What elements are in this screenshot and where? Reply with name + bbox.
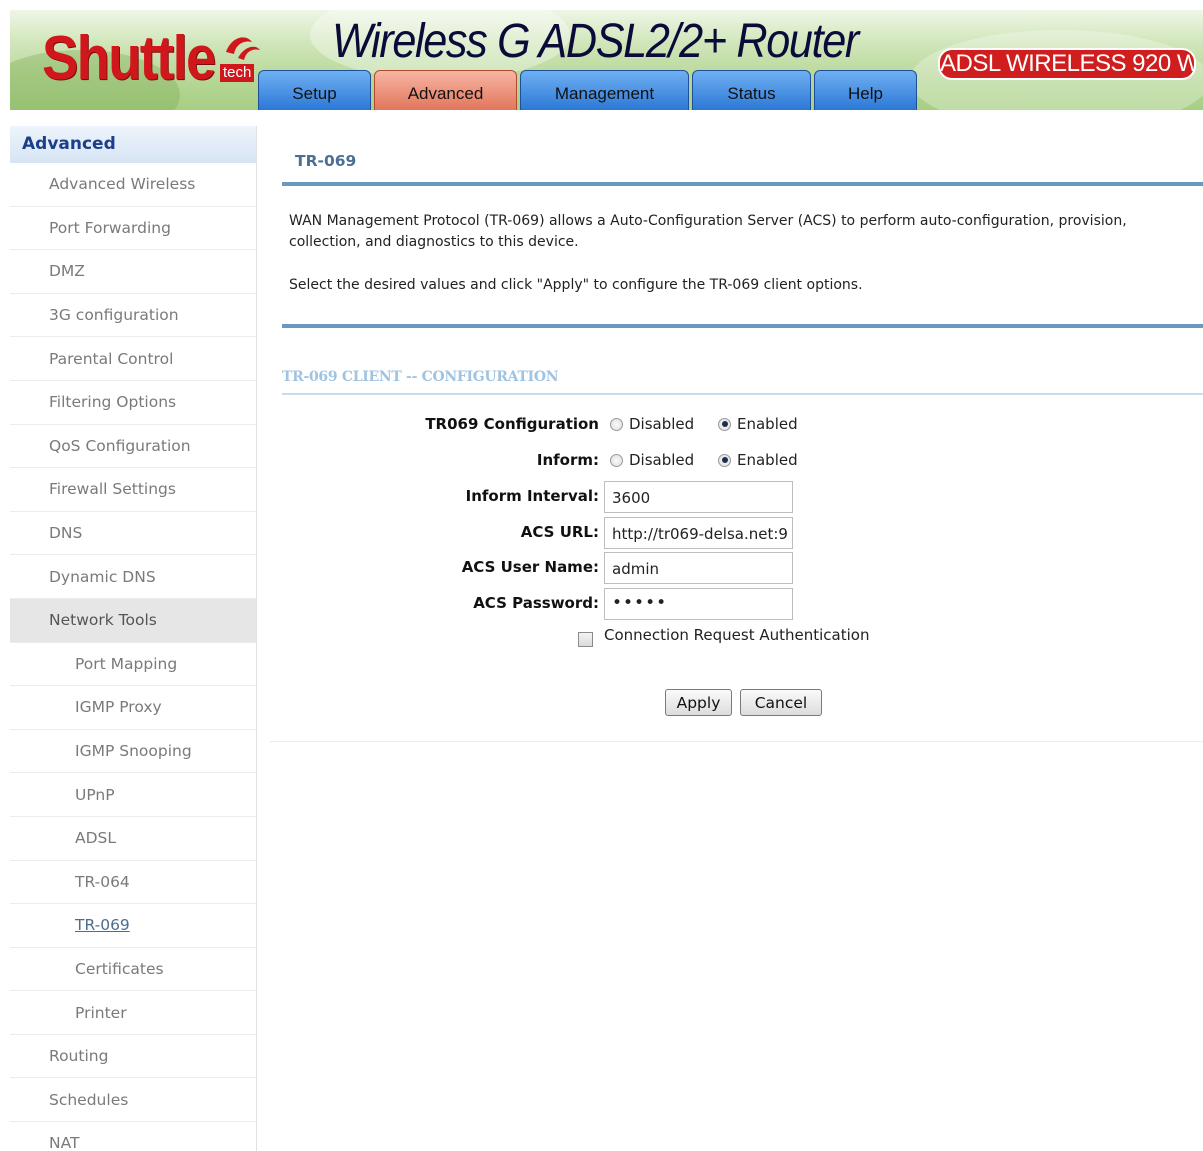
sidebar-item-certificates[interactable]: Certificates <box>10 948 256 992</box>
tr069-config-label: TR069 Configuration <box>425 415 599 433</box>
sidebar-item-adsl[interactable]: ADSL <box>10 817 256 861</box>
sidebar-item-printer[interactable]: Printer <box>10 991 256 1035</box>
inform-enabled-radio[interactable] <box>718 453 731 467</box>
tr069-config-disabled-label: Disabled <box>629 415 695 433</box>
sidebar-item-schedules[interactable]: Schedules <box>10 1078 256 1123</box>
inform-disabled-label: Disabled <box>629 451 695 469</box>
section-title: TR-069 CLIENT -- CONFIGURATION <box>282 369 559 385</box>
acs-url-label: ACS URL: <box>520 523 599 541</box>
cancel-button[interactable]: Cancel <box>740 689 822 716</box>
apply-button[interactable]: Apply <box>665 689 732 716</box>
logo-tech-suffix: tech <box>220 64 255 82</box>
main-content: TR-069 WAN Management Protocol (TR-069) … <box>270 126 1203 742</box>
tr069-config-enabled-radio[interactable] <box>718 417 731 431</box>
title-divider <box>282 182 1203 186</box>
acs-password-input[interactable]: ••••• <box>604 588 793 620</box>
sidebar-title: Advanced <box>10 126 256 163</box>
description-divider <box>282 324 1203 328</box>
sidebar-item-qos-configuration[interactable]: QoS Configuration <box>10 425 256 469</box>
logo-text: Shuttle <box>42 24 216 93</box>
shuttle-logo-swirl-icon <box>226 37 260 60</box>
page-instructions: Select the desired values and click "App… <box>289 277 863 293</box>
acs-user-name-label: ACS User Name: <box>461 558 599 576</box>
sidebar-item-firewall-settings[interactable]: Firewall Settings <box>10 468 256 512</box>
page-title: TR-069 <box>295 152 357 170</box>
connection-request-auth-label: Connection Request Authentication <box>604 626 870 644</box>
inform-enabled-option[interactable]: Enabled <box>718 451 798 469</box>
tr069-config-disabled-option[interactable]: Disabled <box>610 415 694 433</box>
tab-setup[interactable]: Setup <box>258 70 371 110</box>
tr069-config-enabled-option[interactable]: Enabled <box>718 415 798 433</box>
tab-help[interactable]: Help <box>814 70 917 110</box>
main-nav-tabs: Setup Advanced Management Status Help <box>258 70 920 110</box>
tab-status[interactable]: Status <box>692 70 811 110</box>
sidebar-item-routing[interactable]: Routing <box>10 1035 256 1079</box>
sidebar-item-filtering-options[interactable]: Filtering Options <box>10 381 256 425</box>
inform-interval-input[interactable]: 3600 <box>604 481 793 513</box>
sidebar: Advanced Advanced Wireless Port Forwardi… <box>10 126 257 1151</box>
sidebar-item-tr-069[interactable]: TR-069 <box>10 904 256 948</box>
sidebar-item-network-tools[interactable]: Network Tools <box>10 598 256 643</box>
sidebar-item-advanced-wireless[interactable]: Advanced Wireless <box>10 163 256 207</box>
header-banner: Shuttle tech Wireless G ADSL2/2+ Router … <box>10 10 1203 110</box>
section-divider <box>282 393 1203 395</box>
model-badge: ADSL WIRELESS 920 WM <box>938 48 1196 80</box>
sidebar-item-dynamic-dns[interactable]: Dynamic DNS <box>10 555 256 599</box>
acs-password-label: ACS Password: <box>473 594 599 612</box>
tab-advanced[interactable]: Advanced <box>374 70 517 110</box>
inform-disabled-radio[interactable] <box>610 453 623 467</box>
sidebar-item-nat[interactable]: NAT <box>10 1122 256 1151</box>
tr069-config-disabled-radio[interactable] <box>610 417 623 431</box>
product-title: Wireless G ADSL2/2+ Router <box>332 15 859 68</box>
connection-request-auth-checkbox[interactable] <box>578 632 593 647</box>
tr069-config-enabled-label: Enabled <box>737 415 798 433</box>
sidebar-item-port-mapping[interactable]: Port Mapping <box>10 643 256 687</box>
acs-url-input[interactable]: http://tr069-delsa.net:9 <box>604 517 793 549</box>
tab-management[interactable]: Management <box>520 70 689 110</box>
sidebar-item-parental-control[interactable]: Parental Control <box>10 337 256 381</box>
sidebar-item-upnp[interactable]: UPnP <box>10 773 256 817</box>
sidebar-item-tr-064[interactable]: TR-064 <box>10 861 256 905</box>
inform-interval-label: Inform Interval: <box>465 487 599 505</box>
acs-user-name-input[interactable]: admin <box>604 552 793 584</box>
sidebar-item-3g-configuration[interactable]: 3G configuration <box>10 294 256 338</box>
sidebar-item-igmp-proxy[interactable]: IGMP Proxy <box>10 686 256 730</box>
page-description: WAN Management Protocol (TR-069) allows … <box>289 213 1127 250</box>
inform-label: Inform: <box>536 451 599 469</box>
inform-enabled-label: Enabled <box>737 451 798 469</box>
shuttle-logo: Shuttle <box>42 24 238 94</box>
sidebar-item-port-forwarding[interactable]: Port Forwarding <box>10 207 256 251</box>
sidebar-item-dmz[interactable]: DMZ <box>10 250 256 294</box>
inform-disabled-option[interactable]: Disabled <box>610 451 694 469</box>
sidebar-item-dns[interactable]: DNS <box>10 512 256 556</box>
sidebar-item-igmp-snooping[interactable]: IGMP Snooping <box>10 730 256 774</box>
